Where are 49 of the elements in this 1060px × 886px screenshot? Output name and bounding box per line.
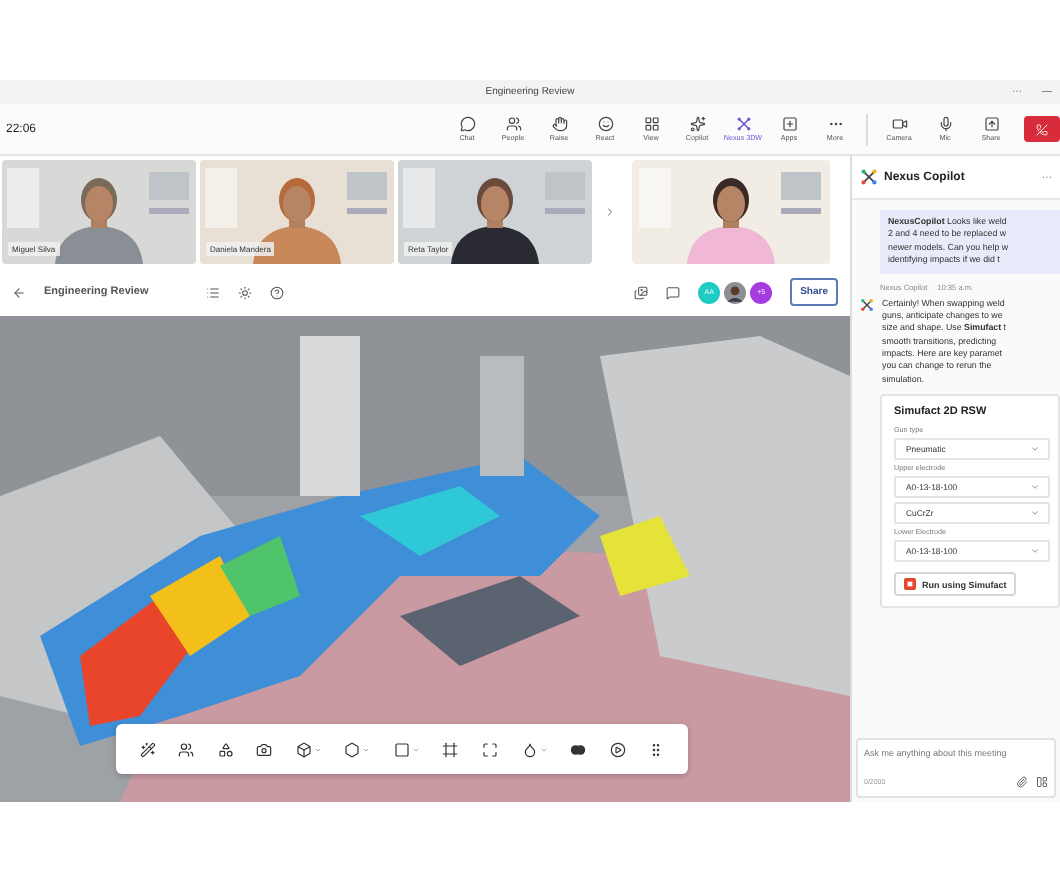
square-icon bbox=[393, 741, 410, 757]
comment-icon bbox=[666, 285, 681, 299]
end-call-button[interactable] bbox=[1024, 116, 1060, 142]
chevron-down-icon bbox=[1030, 546, 1040, 557]
phone-icon bbox=[1036, 121, 1048, 137]
app-icon bbox=[904, 578, 916, 591]
chevron-right-icon bbox=[604, 206, 616, 218]
tool-button[interactable] bbox=[570, 741, 587, 757]
hand-icon bbox=[551, 116, 567, 132]
back-icon bbox=[12, 285, 26, 299]
expand-icon bbox=[482, 741, 499, 757]
chevron-down-icon bbox=[1030, 508, 1040, 519]
smile-icon bbox=[597, 116, 613, 132]
tool-button[interactable] bbox=[648, 741, 665, 757]
help-icon bbox=[270, 285, 285, 299]
layout-icon bbox=[1036, 776, 1048, 788]
images-icon bbox=[634, 285, 649, 299]
wand-icon bbox=[139, 741, 156, 757]
camera-icon bbox=[891, 116, 907, 132]
circles-icon bbox=[570, 741, 587, 757]
grid-icon bbox=[643, 116, 659, 132]
people-icon bbox=[178, 741, 195, 757]
tool-button[interactable] bbox=[217, 741, 234, 757]
plus-icon bbox=[781, 116, 797, 132]
paperclip-icon bbox=[1016, 776, 1028, 788]
network-icon bbox=[860, 168, 878, 186]
tool-button[interactable] bbox=[609, 741, 626, 757]
share-icon bbox=[983, 116, 999, 132]
sun-icon bbox=[238, 285, 253, 299]
shapes-icon bbox=[217, 741, 234, 757]
chat-icon bbox=[459, 116, 475, 132]
play-icon bbox=[609, 741, 626, 757]
chevron-down-icon bbox=[1030, 482, 1040, 493]
droplet-icon bbox=[521, 741, 538, 757]
tool-button[interactable] bbox=[139, 741, 156, 757]
microphone-icon bbox=[937, 116, 953, 132]
camera-icon bbox=[256, 741, 273, 757]
network-icon bbox=[735, 116, 751, 132]
chevron-down-icon bbox=[1030, 444, 1040, 455]
hexagon-icon bbox=[344, 741, 361, 757]
people-icon bbox=[505, 116, 521, 132]
cube-icon bbox=[295, 741, 312, 757]
sparkle-icon bbox=[689, 116, 705, 132]
grip-icon bbox=[648, 741, 665, 757]
tool-button[interactable] bbox=[256, 741, 273, 757]
tool-button[interactable] bbox=[178, 741, 195, 757]
network-icon bbox=[860, 297, 874, 311]
avatar[interactable] bbox=[724, 281, 747, 303]
list-icon bbox=[206, 285, 221, 299]
